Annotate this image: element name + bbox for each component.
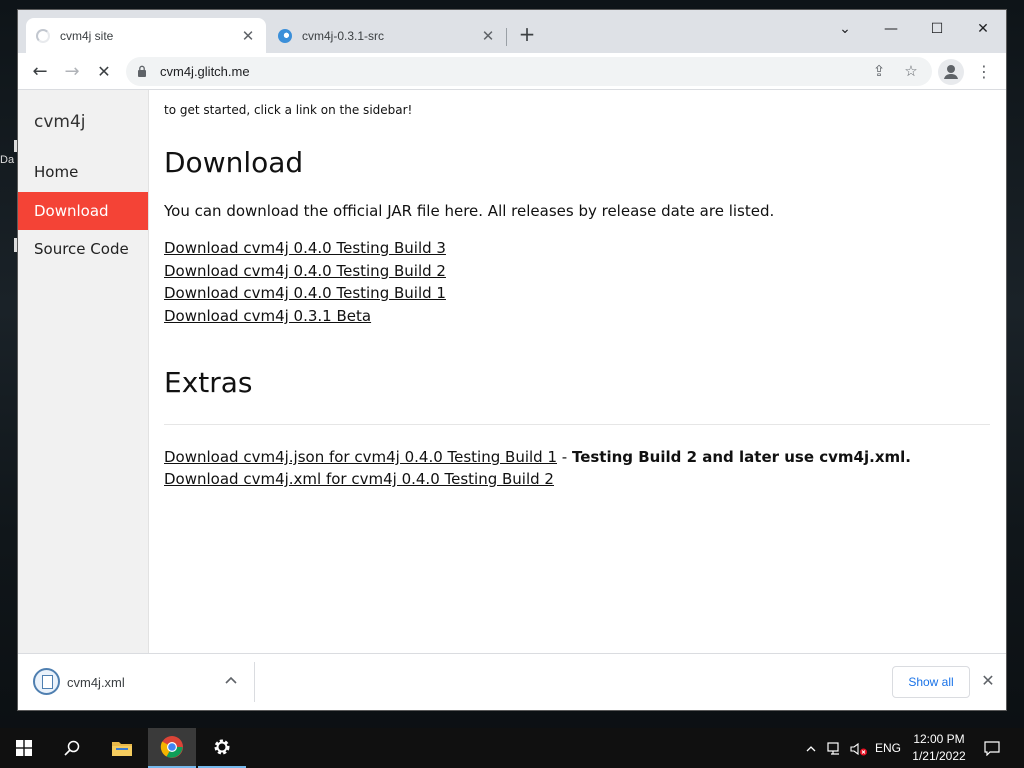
settings-taskbar-button[interactable]: [198, 728, 246, 768]
extras-separator: -: [557, 448, 572, 466]
download-link-beta[interactable]: Download cvm4j 0.3.1 Beta: [164, 307, 371, 325]
shelf-separator: [254, 662, 255, 702]
desktop-icon-label: Da: [0, 154, 15, 166]
extras-heading: Extras: [164, 366, 253, 399]
back-button[interactable]: ←: [27, 59, 53, 85]
chrome-taskbar-button[interactable]: [148, 728, 196, 768]
clock-date: 1/21/2022: [912, 749, 966, 763]
clock[interactable]: 12:00 PM 1/21/2022: [904, 731, 974, 765]
taskbar: ENG 12:00 PM 1/21/2022: [0, 728, 1024, 768]
bookmark-star-icon[interactable]: ☆: [900, 61, 922, 83]
download-description: You can download the official JAR file h…: [164, 202, 775, 220]
desktop-icon-fragment-2[interactable]: [0, 238, 20, 252]
divider: [164, 424, 990, 425]
address-bar[interactable]: cvm4j.glitch.me ⇪ ☆: [126, 57, 932, 86]
chrome-icon: [160, 736, 183, 758]
download-file-name[interactable]: cvm4j.xml: [67, 675, 125, 690]
share-icon[interactable]: ⇪: [868, 61, 890, 83]
file-icon[interactable]: [33, 668, 60, 695]
minimize-button[interactable]: —: [868, 14, 914, 44]
download-xml-link[interactable]: Download cvm4j.xml for cvm4j 0.4.0 Testi…: [164, 470, 554, 488]
page-viewport: cvm4j Home Download Source Code to get s…: [18, 90, 1006, 653]
windows-icon: [16, 740, 32, 756]
tab-separator: [506, 28, 507, 46]
site-brand[interactable]: cvm4j: [34, 112, 86, 132]
notification-icon: [984, 741, 1000, 757]
gear-icon: [214, 739, 230, 755]
language-indicator[interactable]: ENG: [872, 728, 904, 768]
tray-overflow-chevron[interactable]: [802, 728, 820, 768]
sidebar-item-source-code[interactable]: Source Code: [18, 230, 148, 268]
search-button[interactable]: [48, 728, 96, 768]
forward-button[interactable]: →: [59, 59, 85, 85]
tab-cvm4j-site[interactable]: cvm4j site ✕: [26, 18, 266, 53]
new-tab-button[interactable]: +: [515, 22, 539, 46]
edge-icon: [278, 28, 292, 43]
notifications-button[interactable]: [980, 728, 1004, 768]
file-explorer-button[interactable]: [98, 728, 146, 768]
tab-title: cvm4j site: [60, 28, 114, 43]
tab-close-icon[interactable]: ✕: [480, 27, 496, 45]
download-link-tb2[interactable]: Download cvm4j 0.4.0 Testing Build 2: [164, 262, 446, 280]
tab-title: cvm4j-0.3.1-src: [302, 28, 385, 43]
profile-avatar[interactable]: [938, 59, 964, 85]
search-icon: [64, 740, 80, 756]
download-link-tb3[interactable]: Download cvm4j 0.4.0 Testing Build 3: [164, 239, 446, 257]
tab-cvm4j-src[interactable]: cvm4j-0.3.1-src ✕: [268, 18, 506, 53]
folder-icon: [112, 742, 132, 756]
sidebar: cvm4j Home Download Source Code: [18, 90, 149, 653]
chevron-up-icon[interactable]: [222, 672, 240, 690]
download-link-tb1[interactable]: Download cvm4j 0.4.0 Testing Build 1: [164, 284, 446, 302]
sidebar-item-download[interactable]: Download: [18, 192, 148, 230]
browser-toolbar: ← → ✕ cvm4j.glitch.me ⇪ ☆ ⋮: [18, 53, 1006, 90]
clock-time: 12:00 PM: [913, 732, 965, 746]
download-json-link[interactable]: Download cvm4j.json for cvm4j 0.4.0 Test…: [164, 448, 557, 466]
stop-button[interactable]: ✕: [91, 59, 117, 85]
loading-spinner-icon: [36, 28, 50, 43]
intro-text: to get started, click a link on the side…: [164, 103, 413, 117]
download-shelf: cvm4j.xml Show all ✕: [18, 653, 1006, 710]
close-window-button[interactable]: ✕: [960, 14, 1006, 44]
person-icon: [944, 65, 958, 79]
close-shelf-icon[interactable]: ✕: [978, 670, 998, 692]
tab-close-icon[interactable]: ✕: [240, 27, 256, 45]
menu-icon[interactable]: ⋮: [976, 59, 992, 85]
download-heading: Download: [164, 146, 304, 179]
browser-window: cvm4j site ✕ cvm4j-0.3.1-src ✕ + ⌄ — ☐ ✕…: [18, 10, 1006, 710]
extras-json-row: Download cvm4j.json for cvm4j 0.4.0 Test…: [164, 448, 911, 466]
desktop-icon-fragment[interactable]: Da: [0, 140, 20, 166]
url-text: cvm4j.glitch.me: [160, 64, 250, 79]
volume-muted-icon[interactable]: [848, 728, 870, 768]
extras-note: Testing Build 2 and later use cvm4j.xml.: [571, 448, 911, 466]
network-icon[interactable]: [824, 728, 846, 768]
sidebar-item-home[interactable]: Home: [18, 153, 148, 191]
tab-strip: cvm4j site ✕ cvm4j-0.3.1-src ✕ + ⌄ — ☐ ✕: [18, 10, 1006, 53]
start-button[interactable]: [0, 728, 48, 768]
maximize-button[interactable]: ☐: [914, 14, 960, 44]
show-all-button[interactable]: Show all: [892, 666, 970, 698]
lock-icon[interactable]: [137, 65, 147, 77]
tab-search-button[interactable]: ⌄: [822, 14, 868, 44]
